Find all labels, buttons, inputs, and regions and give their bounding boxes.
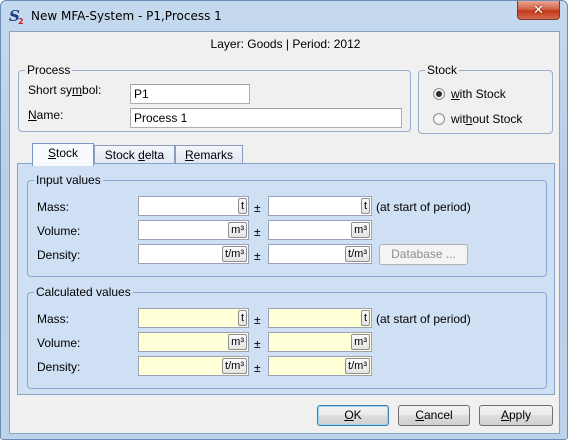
input-density-error-field[interactable]: t/m³	[268, 244, 372, 264]
ok-button[interactable]: OK	[317, 405, 389, 426]
without-stock-radio[interactable]: without Stock	[433, 112, 522, 126]
layer-period-info: Layer: Goods | Period: 2012	[210, 37, 361, 51]
calculated-values-title: Calculated values	[34, 285, 133, 299]
apply-button[interactable]: Apply	[479, 405, 553, 426]
process-group-title: Process	[25, 63, 73, 77]
stock-group: Stock with Stock without Stock	[418, 63, 553, 134]
calc-volume-error-field: m³	[268, 332, 372, 352]
dialog-window: S 2 New MFA-System - P1,Process 1 ✕ Laye…	[0, 0, 568, 440]
without-stock-label: without Stock	[451, 112, 523, 126]
database-button[interactable]: Database ...	[379, 244, 468, 265]
input-mass-period-note: (at start of period)	[376, 200, 471, 214]
unit-m3-button[interactable]: m³	[351, 222, 370, 238]
input-mass-error-field[interactable]: t	[268, 196, 372, 216]
calculated-values-group: Calculated values Mass: t ± t (at start …	[27, 285, 547, 389]
window-title: New MFA-System - P1,Process 1	[31, 9, 222, 23]
svg-text:2: 2	[18, 17, 24, 25]
plus-minus-sign: ±	[254, 225, 261, 239]
unit-m3-button[interactable]: m³	[351, 334, 370, 350]
plus-minus-sign: ±	[254, 361, 261, 375]
unit-t-per-m3-button[interactable]: t/m³	[222, 246, 247, 262]
close-button[interactable]: ✕	[517, 1, 560, 20]
calc-mass-period-note: (at start of period)	[376, 312, 471, 326]
unit-t-button[interactable]: t	[360, 198, 370, 214]
with-stock-label: with Stock	[451, 87, 506, 101]
calc-mass-error-field: t	[268, 308, 372, 328]
input-values-title: Input values	[34, 173, 103, 187]
calc-density-error-field: t/m³	[268, 356, 372, 376]
tab-remarks[interactable]: Remarks	[175, 145, 243, 165]
calc-density-label: Density:	[37, 360, 81, 374]
unit-m3-button[interactable]: m³	[228, 222, 247, 238]
cancel-button[interactable]: Cancel	[398, 405, 470, 426]
short-symbol-label: Short symbol:	[28, 83, 102, 97]
unit-t-button[interactable]: t	[237, 198, 247, 214]
plus-minus-sign: ±	[254, 249, 261, 263]
process-group: Process Short symbol: P1 Name: Process 1	[18, 63, 411, 132]
name-input[interactable]: Process 1	[130, 108, 402, 128]
input-mass-field[interactable]: t	[138, 196, 249, 216]
s2-app-icon: S 2	[9, 7, 24, 25]
plus-minus-sign: ±	[254, 313, 261, 327]
radio-unselected-icon[interactable]	[433, 113, 445, 125]
stock-tab-panel: Input values Mass: t ± t (at start of pe…	[17, 163, 555, 395]
title-bar[interactable]: S 2 New MFA-System - P1,Process 1 ✕	[1, 1, 567, 31]
calc-mass-label: Mass:	[37, 312, 70, 326]
unit-t-per-m3-button[interactable]: t/m³	[345, 246, 370, 262]
calc-mass-field: t	[138, 308, 249, 328]
input-density-field[interactable]: t/m³	[138, 244, 249, 264]
calc-density-field: t/m³	[138, 356, 249, 376]
tab-stock[interactable]: Stock	[32, 143, 94, 166]
unit-t-button[interactable]: t	[360, 310, 370, 326]
input-volume-label: Volume:	[37, 224, 81, 238]
input-density-label: Density:	[37, 248, 81, 262]
unit-t-per-m3-button[interactable]: t/m³	[222, 358, 247, 374]
with-stock-radio[interactable]: with Stock	[433, 87, 506, 101]
input-mass-label: Mass:	[37, 200, 70, 214]
stock-group-title: Stock	[425, 63, 460, 77]
short-symbol-input[interactable]: P1	[130, 84, 250, 104]
name-label: Name:	[28, 108, 64, 122]
radio-selected-icon[interactable]	[433, 88, 445, 100]
calc-volume-label: Volume:	[37, 336, 81, 350]
input-values-group: Input values Mass: t ± t (at start of pe…	[27, 173, 547, 277]
tab-stock-delta[interactable]: Stock delta	[94, 145, 175, 165]
plus-minus-sign: ±	[254, 201, 261, 215]
plus-minus-sign: ±	[254, 337, 261, 351]
calc-volume-field: m³	[138, 332, 249, 352]
unit-m3-button[interactable]: m³	[228, 334, 247, 350]
unit-t-button[interactable]: t	[237, 310, 247, 326]
input-volume-field[interactable]: m³	[138, 220, 249, 240]
unit-t-per-m3-button[interactable]: t/m³	[345, 358, 370, 374]
input-volume-error-field[interactable]: m³	[268, 220, 372, 240]
